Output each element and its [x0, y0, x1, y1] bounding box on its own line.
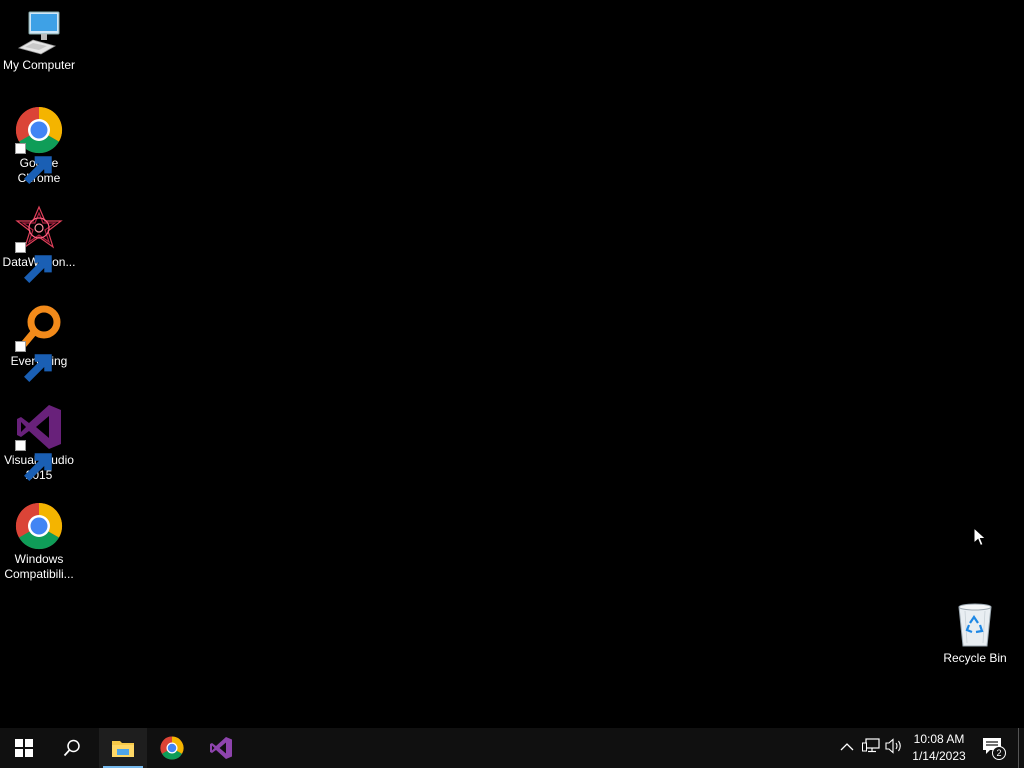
search-icon [63, 739, 81, 757]
everything-search-icon [15, 304, 63, 382]
chrome-icon [15, 106, 63, 184]
desktop-icon-my-computer[interactable]: My Computer [1, 8, 77, 73]
search-button[interactable] [48, 728, 96, 768]
notification-count-badge: 2 [992, 746, 1006, 760]
visual-studio-icon [209, 736, 233, 760]
taskbar-chrome-button[interactable] [148, 728, 196, 768]
computer-icon [15, 8, 63, 56]
file-explorer-icon [111, 738, 135, 758]
taskbar-clock[interactable]: 10:08 AM 1/14/2023 [906, 731, 972, 765]
recycle-bin-icon [951, 601, 999, 649]
taskbar-file-explorer-button[interactable] [99, 728, 147, 768]
volume-icon [885, 737, 903, 759]
start-button[interactable] [0, 728, 48, 768]
desktop[interactable]: My Computer Google Chrome DataWagon... E… [0, 0, 1024, 728]
network-button[interactable] [861, 737, 881, 759]
taskbar: 10:08 AM 1/14/2023 2 [0, 728, 1024, 768]
mouse-cursor-icon [973, 526, 987, 547]
show-hidden-icons-button[interactable] [837, 738, 857, 758]
desktop-icon-label: Windows Compatibili... [4, 552, 74, 581]
datawagon-icon [15, 205, 63, 283]
desktop-icon-label: Recycle Bin [943, 651, 1007, 665]
desktop-icon-label: My Computer [2, 58, 76, 72]
taskbar-visual-studio-button[interactable] [197, 728, 245, 768]
chrome-icon [160, 736, 184, 760]
show-desktop-button[interactable] [1018, 728, 1024, 768]
desktop-icon-google-chrome[interactable]: Google Chrome [1, 106, 77, 186]
desktop-icon-everything[interactable]: Everything [1, 304, 77, 382]
action-center-button[interactable]: 2 [980, 734, 1008, 762]
visual-studio-icon [15, 403, 63, 481]
desktop-icon-datawagon[interactable]: DataWagon... [1, 205, 77, 283]
network-icon [862, 737, 880, 759]
shortcut-arrow-icon [15, 341, 52, 382]
volume-button[interactable] [884, 737, 904, 759]
windows-logo-icon [15, 739, 33, 757]
clock-date: 1/14/2023 [912, 749, 966, 763]
desktop-icon-visual-studio-2015[interactable]: Visual Studio 2015 [1, 403, 77, 483]
desktop-icon-recycle-bin[interactable]: Recycle Bin [937, 601, 1013, 666]
shortcut-arrow-icon [15, 143, 52, 184]
shortcut-arrow-icon [15, 242, 52, 283]
clock-time: 10:08 AM [913, 732, 965, 746]
shortcut-arrow-icon [15, 440, 52, 481]
chevron-up-icon [840, 739, 854, 757]
desktop-icon-windows-compatibility[interactable]: Windows Compatibili... [1, 502, 77, 582]
chrome-icon [15, 502, 63, 550]
